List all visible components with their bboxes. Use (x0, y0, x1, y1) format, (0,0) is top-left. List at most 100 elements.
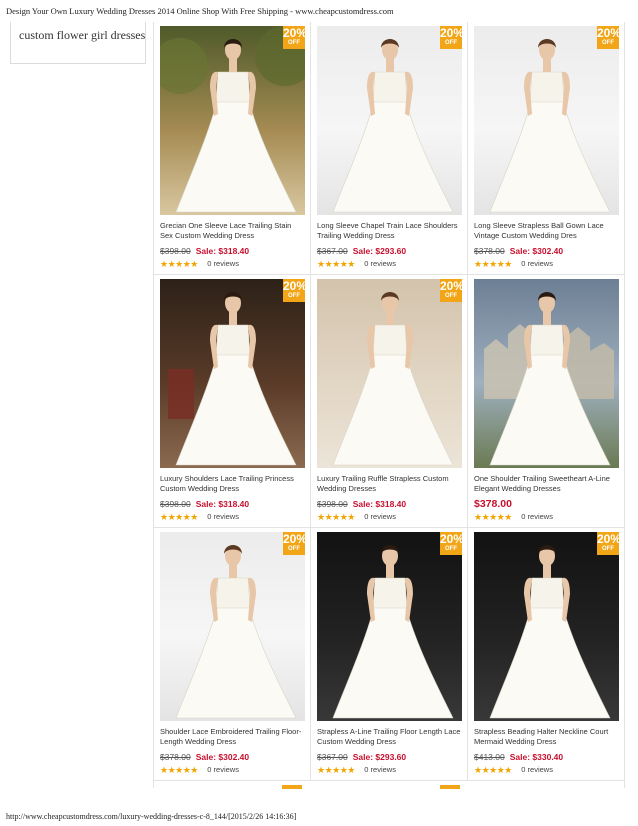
rating-stars-icon[interactable]: ★★★★★ (317, 512, 355, 522)
reviews-count[interactable]: 0 reviews (364, 512, 396, 522)
product-photo[interactable]: 20% OFF (474, 26, 619, 215)
reviews-count[interactable]: 0 reviews (521, 259, 553, 269)
price-row: $367.00 Sale: $293.60 (317, 246, 406, 256)
discount-percent: 20% (440, 26, 462, 40)
product-card: 20% OFF Strapless Beading Halter Neckline… (468, 528, 625, 781)
discount-percent: 20% (283, 532, 305, 546)
rating-stars-icon[interactable]: ★★★★★ (474, 512, 512, 522)
price: $378.00 (474, 498, 512, 510)
sale-price: Sale: $318.40 (195, 499, 250, 509)
product-photo[interactable]: 20% OFF (160, 26, 305, 215)
price-row: $378.00 Sale: $302.40 (474, 246, 563, 256)
product-title[interactable]: Long Sleeve Strapless Ball Gown Lace Vin… (474, 221, 620, 241)
product-title[interactable]: Shoulder Lace Embroidered Trailing Floor… (160, 727, 306, 747)
price-row: $378.00 (474, 498, 512, 510)
rating-stars-icon[interactable]: ★★★★★ (474, 765, 512, 775)
original-price: $367.00 (317, 246, 348, 256)
sidebar-link-custom-flower-girl-dresses[interactable]: custom flower girl dresses (19, 28, 145, 43)
discount-badge: 20% OFF (283, 532, 305, 555)
rating-stars-icon[interactable]: ★★★★★ (317, 259, 355, 269)
discount-off-label: OFF (288, 293, 300, 299)
rating-row: ★★★★★ 0 reviews (474, 512, 553, 522)
discount-off-label: OFF (445, 40, 457, 46)
discount-badge: 20% OFF (283, 26, 305, 49)
original-price: $378.00 (474, 246, 505, 256)
original-price: $398.00 (317, 499, 348, 509)
sale-price: Sale: $318.40 (195, 246, 250, 256)
product-title[interactable]: Grecian One Sleeve Lace Trailing Stain S… (160, 221, 306, 241)
product-photo[interactable]: 20% OFF (474, 532, 619, 721)
original-price: $398.00 (160, 246, 191, 256)
rating-stars-icon[interactable]: ★★★★★ (160, 259, 198, 269)
discount-badge: 20% OFF (440, 279, 462, 302)
product-photo[interactable] (474, 279, 619, 468)
reviews-count[interactable]: 0 reviews (364, 259, 396, 269)
rating-row: ★★★★★ 0 reviews (474, 765, 553, 775)
discount-percent: 20% (597, 26, 619, 40)
rating-stars-icon[interactable]: ★★★★★ (160, 765, 198, 775)
reviews-count[interactable]: 0 reviews (207, 512, 239, 522)
rating-row: ★★★★★ 0 reviews (317, 259, 396, 269)
reviews-count[interactable]: 0 reviews (521, 765, 553, 775)
product-card: 20% OFF Long Sleeve Chapel Train Lace Sho… (311, 22, 468, 275)
rating-stars-icon[interactable]: ★★★★★ (160, 512, 198, 522)
rating-stars-icon[interactable]: ★★★★★ (317, 765, 355, 775)
product-photo[interactable]: 20% OFF (317, 26, 462, 215)
sale-price: Sale: $302.40 (195, 752, 250, 762)
product-card: 20% OFF Luxury Shoulders Lace Trailing Pr… (154, 275, 311, 528)
price-row: $398.00 Sale: $318.40 (160, 499, 249, 509)
sale-price: Sale: $318.40 (352, 499, 407, 509)
price-row: $398.00 Sale: $318.40 (160, 246, 249, 256)
original-price: $398.00 (160, 499, 191, 509)
discount-off-label: OFF (445, 293, 457, 299)
product-card: 20% OFF Grecian One Sleeve Lace Trailing … (154, 22, 311, 275)
original-price: $378.00 (160, 752, 191, 762)
reviews-count[interactable]: 0 reviews (521, 512, 553, 522)
wedding-dress-photo (317, 26, 462, 215)
price-row: $398.00 Sale: $318.40 (317, 499, 406, 509)
product-photo[interactable]: 20% OFF (317, 279, 462, 468)
discount-percent: 20% (440, 279, 462, 293)
sale-price: Sale: $293.60 (352, 246, 407, 256)
reviews-count[interactable]: 0 reviews (207, 259, 239, 269)
product-card: 20% OFF Long Sleeve Strapless Ball Gown L… (468, 22, 625, 275)
wedding-dress-photo (474, 532, 619, 721)
original-price: $413.00 (474, 752, 505, 762)
product-title[interactable]: One Shoulder Trailing Sweetheart A-Line … (474, 474, 620, 494)
price-row: $378.00 Sale: $302.40 (160, 752, 249, 762)
print-header: Design Your Own Luxury Wedding Dresses 2… (6, 6, 394, 16)
sale-price: Sale: $302.40 (509, 246, 564, 256)
rating-row: ★★★★★ 0 reviews (160, 512, 239, 522)
product-card: 20% OFF Luxury Trailing Ruffle Strapless … (311, 275, 468, 528)
discount-badge: 20% OFF (440, 26, 462, 49)
product-card: 20% OFF Shoulder Lace Embroidered Trailin… (154, 528, 311, 781)
product-title[interactable]: Luxury Shoulders Lace Trailing Princess … (160, 474, 306, 494)
discount-badge: 20% OFF (597, 532, 619, 555)
rating-row: ★★★★★ 0 reviews (317, 765, 396, 775)
product-title[interactable]: Strapless Beading Halter Neckline Court … (474, 727, 620, 747)
product-title[interactable]: Strapless A-Line Trailing Floor Length L… (317, 727, 463, 747)
rating-stars-icon[interactable]: ★★★★★ (474, 259, 512, 269)
discount-off-label: OFF (288, 40, 300, 46)
price-row: $367.00 Sale: $293.60 (317, 752, 406, 762)
product-photo[interactable]: 20% OFF (317, 532, 462, 721)
product-photo[interactable]: 20% OFF (160, 279, 305, 468)
product-title[interactable]: Long Sleeve Chapel Train Lace Shoulders … (317, 221, 463, 241)
discount-off-label: OFF (602, 546, 614, 552)
discount-badge: 20% OFF (597, 26, 619, 49)
discount-percent: 20% (440, 532, 462, 546)
reviews-count[interactable]: 0 reviews (364, 765, 396, 775)
discount-badge: 20% OFF (440, 532, 462, 555)
sidebar-category-box: custom flower girl dresses (10, 22, 146, 64)
wedding-dress-photo (160, 26, 305, 215)
rating-row: ★★★★★ 0 reviews (160, 259, 239, 269)
reviews-count[interactable]: 0 reviews (207, 765, 239, 775)
product-photo[interactable]: 20% OFF (160, 532, 305, 721)
discount-off-label: OFF (445, 546, 457, 552)
wedding-dress-photo (317, 279, 462, 468)
discount-percent: 20% (597, 532, 619, 546)
product-card: One Shoulder Trailing Sweetheart A-Line … (468, 275, 625, 528)
product-title[interactable]: Luxury Trailing Ruffle Strapless Custom … (317, 474, 463, 494)
product-grid: 20% OFF Grecian One Sleeve Lace Trailing … (153, 22, 625, 788)
discount-percent: 20% (283, 279, 305, 293)
